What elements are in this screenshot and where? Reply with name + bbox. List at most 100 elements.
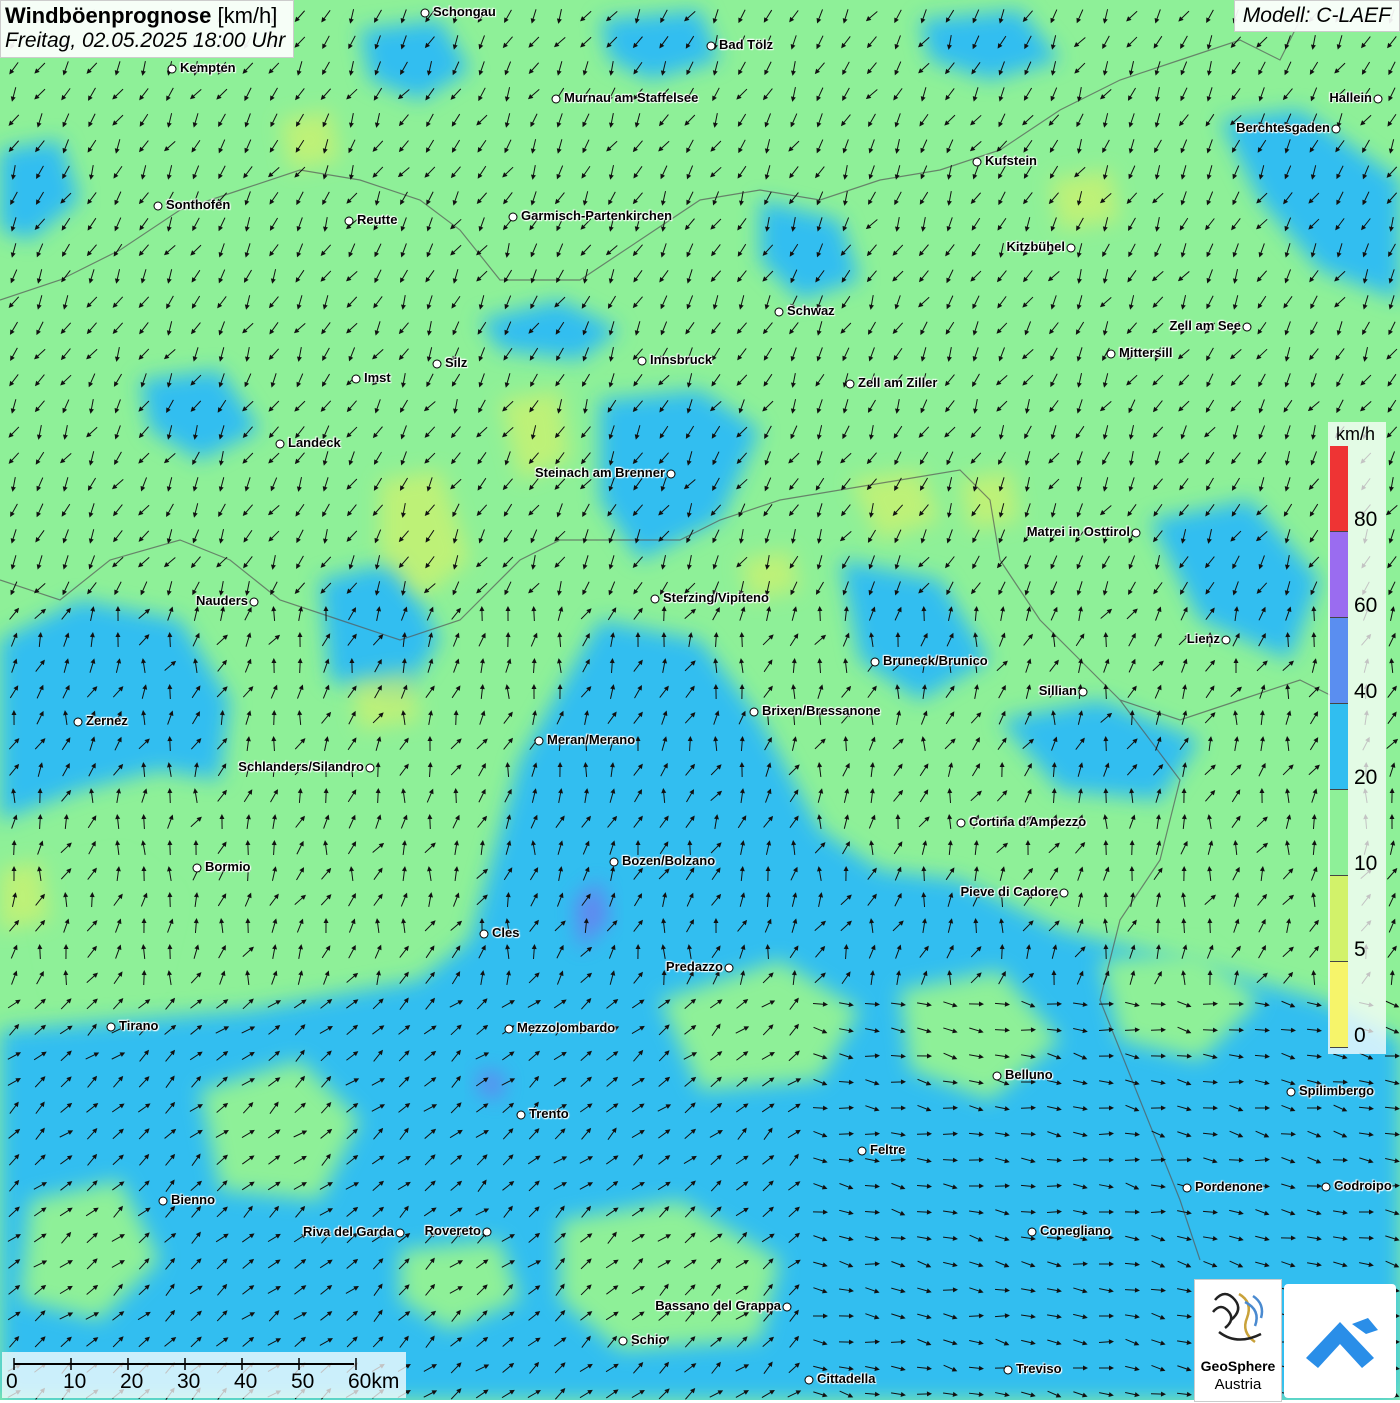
city-label: Riva del Garda: [303, 1224, 394, 1239]
city-label: Innsbruck: [650, 352, 712, 367]
city-label: Sonthofen: [166, 197, 230, 212]
city-label: Garmisch-Partenkirchen: [521, 208, 672, 223]
scale-label: 0: [6, 1370, 18, 1394]
city-label: Spilimbergo: [1299, 1083, 1374, 1098]
city-marker-icon: [619, 1337, 628, 1346]
city-marker-icon: [396, 1229, 405, 1238]
city-marker-icon: [805, 1376, 814, 1385]
city-label: Sterzing/Vipiteno: [663, 590, 769, 605]
legend-label: 60: [1354, 594, 1377, 618]
city-label: Zell am Ziller: [858, 375, 937, 390]
city-label: Feltre: [870, 1142, 905, 1157]
city-label: Mezzolombardo: [517, 1020, 615, 1035]
city-label: Trento: [529, 1106, 569, 1121]
city-marker-icon: [352, 375, 361, 384]
city-label: Codroipo: [1334, 1178, 1392, 1193]
legend-label: 5: [1354, 938, 1366, 962]
city-label: Landeck: [288, 435, 341, 450]
legend-label: 10: [1354, 852, 1377, 876]
forecast-time: Freitag, 02.05.2025 18:00 Uhr: [5, 29, 285, 53]
city-marker-icon: [858, 1147, 867, 1156]
city-marker-icon: [1004, 1366, 1013, 1375]
city-marker-icon: [1028, 1228, 1037, 1237]
legend-color-swatch: [1330, 876, 1348, 962]
city-label: Mittersill: [1119, 345, 1172, 360]
legend-label: 80: [1354, 508, 1377, 532]
city-label: Schwaz: [787, 303, 835, 318]
city-marker-icon: [1067, 244, 1076, 253]
city-label: Pieve di Cadore: [960, 884, 1058, 899]
city-marker-icon: [1374, 95, 1383, 104]
geosphere-name: GeoSphere: [1195, 1358, 1281, 1374]
city-marker-icon: [871, 658, 880, 667]
city-marker-icon: [667, 470, 676, 479]
scale-label: 20: [120, 1370, 143, 1394]
city-label: Conegliano: [1040, 1223, 1111, 1238]
city-marker-icon: [505, 1025, 514, 1034]
city-label: Schlanders/Silandro: [238, 759, 364, 774]
city-marker-icon: [638, 357, 647, 366]
city-label: Berchtesgaden: [1236, 120, 1330, 135]
city-marker-icon: [1079, 688, 1088, 697]
scale-label: 50: [291, 1370, 314, 1394]
city-label: Schio: [631, 1332, 666, 1347]
city-label: Imst: [364, 370, 391, 385]
wind-app-logo: [1284, 1284, 1396, 1398]
city-marker-icon: [1060, 889, 1069, 898]
city-marker-icon: [193, 864, 202, 873]
city-label: Bad Tölz: [719, 37, 773, 52]
city-label: Bruneck/Brunico: [883, 653, 988, 668]
city-label: Bassano del Grappa: [655, 1298, 781, 1313]
city-marker-icon: [74, 718, 83, 727]
geosphere-country: Austria: [1195, 1376, 1281, 1393]
city-marker-icon: [957, 819, 966, 828]
legend-label: 20: [1354, 766, 1377, 790]
legend-color-swatch: [1330, 446, 1348, 532]
city-label: Predazzo: [666, 959, 723, 974]
legend-color-swatch: [1330, 790, 1348, 876]
city-marker-icon: [107, 1023, 116, 1032]
city-marker-icon: [366, 764, 375, 773]
geosphere-logo: GeoSphere Austria: [1194, 1279, 1282, 1402]
scale-label: 30: [177, 1370, 200, 1394]
city-marker-icon: [651, 595, 660, 604]
city-label: Kufstein: [985, 153, 1037, 168]
scale-label: 10: [63, 1370, 86, 1394]
city-marker-icon: [707, 42, 716, 51]
city-marker-icon: [725, 964, 734, 973]
city-label: Schongau: [433, 4, 496, 19]
city-label: Pordenone: [1195, 1179, 1263, 1194]
city-marker-icon: [846, 380, 855, 389]
city-marker-icon: [973, 158, 982, 167]
city-label: Cles: [492, 925, 519, 940]
city-label: Steinach am Brenner: [535, 465, 665, 480]
city-marker-icon: [1183, 1184, 1192, 1193]
city-label: Treviso: [1016, 1361, 1062, 1376]
city-label: Sillian: [1039, 683, 1077, 698]
city-marker-icon: [1132, 529, 1141, 538]
legend-color-swatch: [1330, 618, 1348, 704]
color-legend: km/h 806040201050: [1328, 422, 1386, 1054]
city-marker-icon: [1243, 323, 1252, 332]
city-marker-icon: [345, 217, 354, 226]
city-marker-icon: [509, 213, 518, 222]
legend-label: 0: [1354, 1024, 1366, 1048]
city-marker-icon: [480, 930, 489, 939]
city-marker-icon: [517, 1111, 526, 1120]
city-marker-icon: [552, 95, 561, 104]
city-marker-icon: [1332, 125, 1341, 134]
city-label: Matrei in Osttirol: [1027, 524, 1130, 539]
title-unit: [km/h]: [211, 3, 277, 28]
city-marker-icon: [154, 202, 163, 211]
scale-label: 40: [234, 1370, 257, 1394]
city-marker-icon: [168, 65, 177, 74]
city-label: Lienz: [1187, 631, 1220, 646]
city-label: Belluno: [1005, 1067, 1053, 1082]
city-label: Zernez: [86, 713, 128, 728]
city-label: Cortina d'Ampezzo: [969, 814, 1086, 829]
city-marker-icon: [159, 1197, 168, 1206]
title-bold: Windböenprognose: [5, 3, 211, 28]
map-title: Windböenprognose [km/h]: [5, 3, 285, 29]
scale-bar: 0102030405060km: [2, 1352, 406, 1398]
legend-color-swatch: [1330, 962, 1348, 1048]
